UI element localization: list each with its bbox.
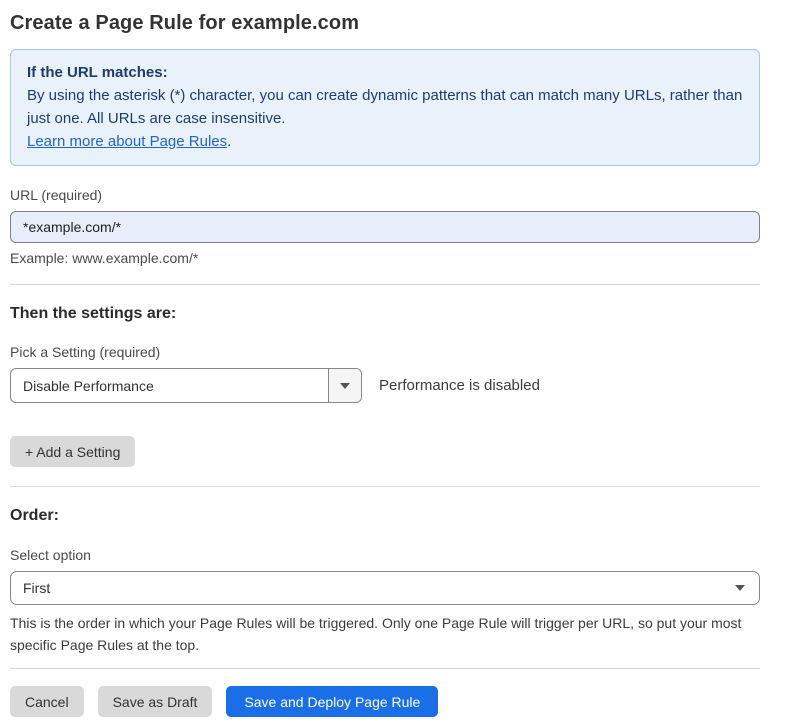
learn-more-link[interactable]: Learn more about Page Rules	[27, 133, 227, 150]
cancel-button[interactable]: Cancel	[10, 686, 84, 717]
divider	[10, 668, 760, 669]
url-input[interactable]	[10, 211, 760, 243]
order-select-label: Select option	[10, 547, 760, 563]
order-select-value: First	[23, 580, 735, 596]
setting-row: Disable Performance Performance is disab…	[10, 368, 760, 403]
page-rule-form: Create a Page Rule for example.com If th…	[10, 12, 760, 717]
add-setting-button[interactable]: + Add a Setting	[10, 436, 135, 467]
info-box-link-line: Learn more about Page Rules.	[27, 130, 743, 153]
setting-status-text: Performance is disabled	[379, 377, 540, 394]
setting-select[interactable]: Disable Performance	[10, 368, 362, 403]
page-title: Create a Page Rule for example.com	[10, 12, 760, 35]
order-heading: Order:	[10, 507, 760, 525]
order-help-text: This is the order in which your Page Rul…	[10, 612, 755, 656]
chevron-down-icon	[340, 383, 350, 389]
url-match-info-box: If the URL matches: By using the asteris…	[10, 49, 760, 166]
link-period: .	[227, 133, 231, 150]
divider	[10, 486, 760, 487]
chevron-down-icon	[735, 585, 745, 591]
info-box-body: By using the asterisk (*) character, you…	[27, 84, 743, 130]
save-and-deploy-button[interactable]: Save and Deploy Page Rule	[226, 686, 438, 717]
save-as-draft-button[interactable]: Save as Draft	[98, 686, 213, 717]
setting-select-caret-button[interactable]	[328, 369, 361, 402]
url-label: URL (required)	[10, 187, 760, 203]
settings-heading: Then the settings are:	[10, 305, 760, 323]
info-box-heading: If the URL matches:	[27, 61, 743, 84]
form-actions: Cancel Save as Draft Save and Deploy Pag…	[10, 686, 760, 717]
setting-select-value: Disable Performance	[11, 369, 328, 402]
divider	[10, 284, 760, 285]
url-example-text: Example: www.example.com/*	[10, 250, 760, 266]
order-select[interactable]: First	[10, 571, 760, 605]
pick-setting-label: Pick a Setting (required)	[10, 344, 760, 360]
